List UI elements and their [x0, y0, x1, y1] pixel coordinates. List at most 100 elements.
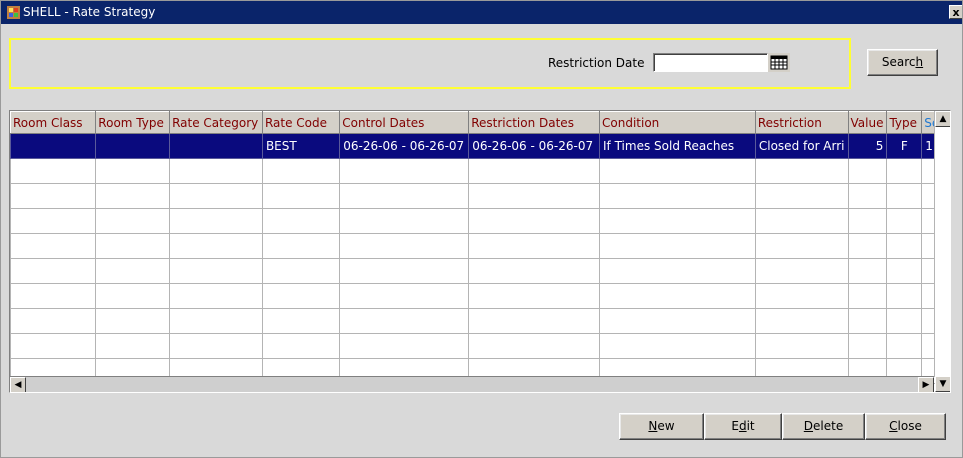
column-header-room-class[interactable]: Room Class [10, 111, 97, 134]
table-cell [468, 333, 601, 359]
table-cell [847, 233, 888, 259]
table-cell [599, 158, 756, 184]
restriction-date-label: Restriction Date [548, 56, 645, 70]
table-cell [847, 183, 888, 209]
search-button[interactable]: Search [867, 49, 938, 76]
table-cell [886, 208, 923, 234]
table-cell [847, 333, 888, 359]
table-row[interactable] [10, 158, 950, 184]
table-cell [468, 158, 601, 184]
table-cell [10, 333, 97, 359]
table-cell [339, 208, 470, 234]
cell-room-type [95, 133, 171, 159]
horizontal-scrollbar[interactable]: ◀ ▶ [10, 376, 934, 392]
table-cell [95, 308, 171, 334]
cell-restriction-dates: 06-26-06 - 06-26-07 [468, 133, 601, 159]
column-header-restriction[interactable]: Restriction [754, 111, 849, 134]
cell-control-dates: 06-26-06 - 06-26-07 [339, 133, 470, 159]
window-title: SHELL - Rate Strategy [23, 5, 156, 19]
table-row[interactable] [10, 258, 950, 284]
table-cell [261, 258, 341, 284]
rate-strategy-grid: Room Class Room Type Rate Category Rate … [9, 110, 951, 393]
table-cell [847, 158, 888, 184]
scroll-down-icon[interactable]: ▼ [935, 376, 950, 392]
table-cell [95, 333, 171, 359]
table-cell [10, 208, 97, 234]
table-cell [468, 308, 601, 334]
cell-restriction: Closed for Arri [754, 133, 849, 159]
table-cell [10, 183, 97, 209]
edit-button[interactable]: Edit [704, 413, 782, 440]
table-cell [10, 308, 97, 334]
table-cell [847, 283, 888, 309]
table-row[interactable] [10, 308, 950, 334]
scroll-right-icon[interactable]: ▶ [918, 377, 934, 392]
rate-strategy-window: SHELL - Rate Strategy x Restriction Date… [0, 0, 963, 458]
table-cell [95, 283, 171, 309]
table-cell [261, 333, 341, 359]
restriction-date-input[interactable] [653, 53, 768, 72]
table-cell [169, 233, 263, 259]
table-cell [95, 208, 171, 234]
cell-condition: If Times Sold Reaches [599, 133, 756, 159]
table-cell [261, 308, 341, 334]
table-row[interactable]: BEST 06-26-06 - 06-26-07 06-26-06 - 06-2… [10, 133, 950, 159]
table-cell [468, 183, 601, 209]
table-cell [339, 258, 470, 284]
table-cell [169, 333, 263, 359]
table-cell [95, 258, 171, 284]
table-cell [886, 158, 923, 184]
table-cell [169, 308, 263, 334]
column-header-room-type[interactable]: Room Type [95, 111, 171, 134]
table-cell [339, 183, 470, 209]
column-header-condition[interactable]: Condition [599, 111, 756, 134]
table-cell [847, 208, 888, 234]
table-cell [261, 158, 341, 184]
cell-rate-category [169, 133, 263, 159]
table-cell [339, 333, 470, 359]
close-button[interactable]: Close [865, 413, 946, 440]
table-cell [95, 158, 171, 184]
column-header-value[interactable]: Value [847, 111, 888, 134]
table-row[interactable] [10, 333, 950, 359]
table-cell [599, 308, 756, 334]
title-bar: SHELL - Rate Strategy x [1, 1, 962, 24]
table-cell [599, 333, 756, 359]
calendar-icon[interactable] [768, 53, 790, 72]
vertical-scrollbar[interactable]: ▲ [934, 111, 950, 377]
table-cell [261, 208, 341, 234]
table-cell [847, 258, 888, 284]
table-cell [10, 283, 97, 309]
table-cell [10, 258, 97, 284]
table-cell [599, 283, 756, 309]
table-cell [886, 308, 923, 334]
column-header-rate-category[interactable]: Rate Category [169, 111, 263, 134]
table-row[interactable] [10, 283, 950, 309]
close-icon[interactable]: x [949, 5, 962, 19]
table-row[interactable] [10, 208, 950, 234]
table-row[interactable] [10, 233, 950, 259]
column-header-type[interactable]: Type [886, 111, 923, 134]
table-cell [169, 283, 263, 309]
table-cell [847, 308, 888, 334]
table-cell [339, 308, 470, 334]
table-cell [95, 183, 171, 209]
table-cell [599, 183, 756, 209]
column-header-control-dates[interactable]: Control Dates [339, 111, 470, 134]
table-cell [599, 208, 756, 234]
table-cell [599, 233, 756, 259]
table-row[interactable] [10, 183, 950, 209]
new-button[interactable]: New [619, 413, 704, 440]
delete-button[interactable]: Delete [782, 413, 865, 440]
column-header-rate-code[interactable]: Rate Code [261, 111, 341, 134]
table-cell [169, 258, 263, 284]
table-cell [886, 233, 923, 259]
scroll-up-icon[interactable]: ▲ [935, 111, 950, 127]
table-cell [169, 183, 263, 209]
column-header-restriction-dates[interactable]: Restriction Dates [468, 111, 601, 134]
scroll-left-icon[interactable]: ◀ [10, 377, 26, 392]
cell-value: 5 [847, 133, 888, 159]
table-cell [886, 283, 923, 309]
table-cell [468, 283, 601, 309]
table-cell [886, 333, 923, 359]
